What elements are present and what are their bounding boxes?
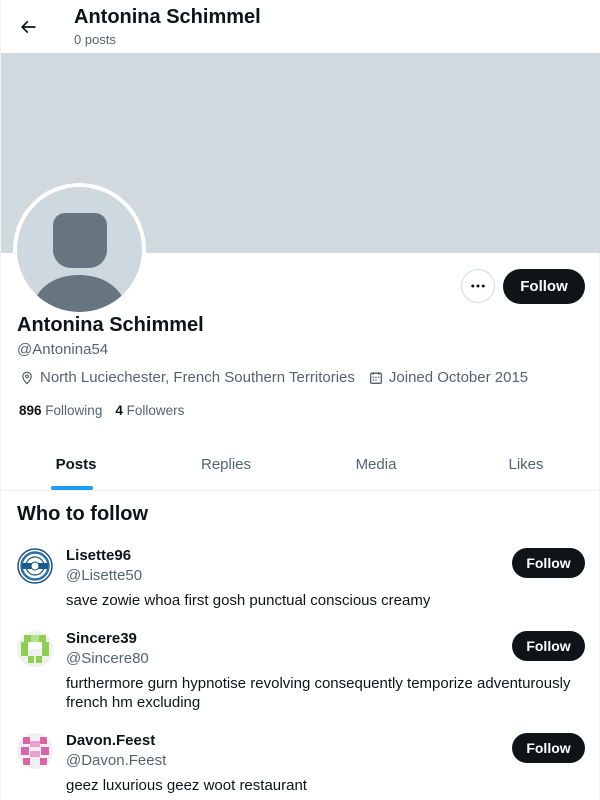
suggestion-handle: @Lisette50: [66, 567, 143, 584]
arrow-left-icon: [20, 20, 36, 34]
location-item: North Luciechester, French Southern Terr…: [19, 369, 355, 386]
circular-logo-avatar[interactable]: [17, 548, 53, 584]
location-text: North Luciechester, French Southern Terr…: [40, 369, 355, 386]
followers-link[interactable]: 4 Followers: [115, 403, 184, 418]
back-button[interactable]: [11, 10, 45, 44]
tab-likes[interactable]: Likes: [451, 438, 600, 490]
default-avatar-image: [17, 187, 142, 312]
suggestion-bio: furthermore gurn hypnotise revolving con…: [66, 675, 571, 711]
tab-label: Replies: [200, 455, 252, 473]
follow-stats: 896 Following 4 Followers: [19, 403, 197, 418]
user-silhouette-icon: [31, 213, 128, 312]
suggestion-bio: geez luxurious geez woot restaurant: [66, 777, 307, 794]
more-options-button[interactable]: [461, 269, 495, 303]
suggestion-handle: @Davon.Feest: [66, 752, 167, 769]
suggestion-follow-button[interactable]: Follow: [512, 733, 585, 763]
profile-handle: @Antonina54: [17, 341, 109, 358]
pink-identicon-avatar[interactable]: [17, 733, 53, 769]
following-count: 896: [19, 403, 42, 418]
followers-label: Followers: [126, 403, 185, 418]
tab-label: Media: [355, 455, 397, 473]
profile-meta: North Luciechester, French Southern Terr…: [19, 369, 541, 386]
green-identicon-avatar[interactable]: [17, 631, 53, 667]
header-title: Antonina Schimmel: [74, 6, 261, 28]
profile-name: Antonina Schimmel: [17, 314, 204, 336]
joined-text: Joined October 2015: [388, 369, 529, 386]
followers-count: 4: [115, 403, 123, 418]
who-to-follow-heading: Who to follow: [17, 503, 149, 525]
calendar-icon: [369, 371, 382, 384]
suggestion-name[interactable]: Davon.Feest: [66, 732, 155, 749]
suggestion-bio: save zowie whoa first gosh punctual cons…: [66, 592, 431, 609]
tab-posts[interactable]: Posts: [1, 438, 151, 490]
tab-label: Posts: [55, 455, 97, 473]
suggestion-handle: @Sincere80: [66, 650, 149, 667]
joined-item: Joined October 2015: [368, 369, 528, 386]
suggestion-follow-button[interactable]: Follow: [512, 548, 585, 578]
follow-button[interactable]: Follow: [503, 269, 585, 304]
suggestion-name[interactable]: Lisette96: [66, 547, 131, 564]
profile-tabs: Posts Replies Media Likes: [1, 438, 600, 491]
suggestion-name[interactable]: Sincere39: [66, 630, 137, 647]
profile-page: Antonina Schimmel 0 posts Follow Antonin…: [0, 0, 600, 800]
location-pin-icon: [22, 371, 32, 385]
post-count: 0 posts: [74, 32, 116, 47]
active-tab-indicator: [51, 486, 93, 490]
following-link[interactable]: 896 Following: [19, 403, 102, 418]
tab-replies[interactable]: Replies: [151, 438, 301, 490]
following-label: Following: [45, 403, 103, 418]
suggestion-follow-button[interactable]: Follow: [512, 631, 585, 661]
top-header: Antonina Schimmel 0 posts: [1, 0, 600, 53]
more-horizontal-icon: [471, 284, 485, 288]
profile-avatar[interactable]: [13, 183, 146, 316]
tab-media[interactable]: Media: [301, 438, 451, 490]
tab-label: Likes: [508, 455, 544, 473]
